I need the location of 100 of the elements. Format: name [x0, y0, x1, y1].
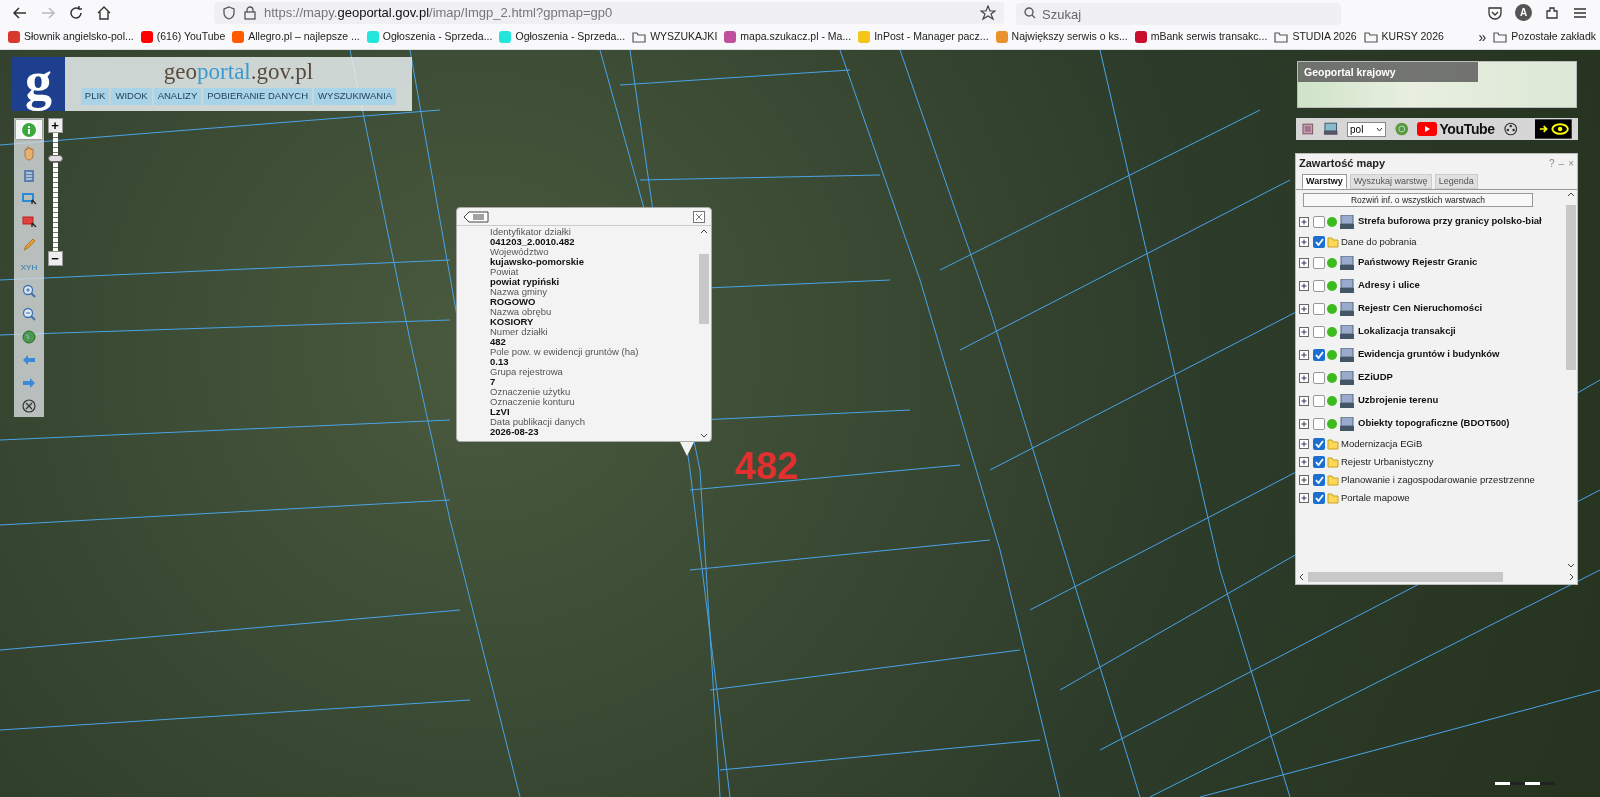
bookmark[interactable]: (616) YouTube — [140, 29, 226, 45]
bookmark[interactable]: InPost - Manager pacz... — [858, 29, 989, 45]
selection-icon[interactable] — [21, 213, 37, 230]
address-bar[interactable]: https://mapy.geoportal.gov.pl/imap/Imgp_2.html?gpmap=gp0 — [214, 1, 1004, 24]
layer-name[interactable]: Strefa buforowa przy granicy polsko-biał — [1358, 214, 1542, 229]
expand-icon[interactable] — [1299, 475, 1309, 485]
expand-icon[interactable] — [1299, 439, 1309, 449]
layer-checkbox[interactable] — [1313, 325, 1325, 338]
menu-item[interactable]: ANALIZY — [153, 88, 202, 105]
layer-name[interactable]: Rejestr Cen Nieruchomości — [1358, 301, 1483, 316]
layer-checkbox[interactable] — [1313, 474, 1325, 486]
bookmark[interactable]: Ogłoszenia - Sprzeda... — [499, 29, 626, 45]
scrollbar-thumb[interactable] — [699, 254, 709, 324]
film-reel-icon[interactable] — [1503, 122, 1518, 136]
expand-icon[interactable] — [1299, 395, 1309, 406]
scroll-up-icon[interactable] — [700, 229, 708, 234]
list-icon[interactable] — [1302, 123, 1314, 135]
scroll-up-icon[interactable] — [1567, 192, 1575, 197]
layer-name[interactable]: Lokalizacja transakcji — [1358, 324, 1456, 339]
layer-checkbox[interactable] — [1313, 256, 1325, 269]
layer-name[interactable]: Obiekty topograficzne (BDOT500) — [1358, 416, 1510, 431]
site-logo[interactable]: g — [12, 57, 65, 111]
overview-map[interactable]: Geoportal krajowy — [1297, 61, 1577, 108]
expand-all-button[interactable]: Rozwiń inf. o wszystkich warstwach — [1303, 193, 1533, 207]
scroll-right-icon[interactable] — [1569, 573, 1574, 581]
expand-icon[interactable] — [1299, 418, 1309, 429]
search-field[interactable]: Szukaj — [1016, 3, 1341, 25]
layer-name[interactable]: Dane do pobrania — [1341, 234, 1417, 250]
home-icon[interactable] — [96, 4, 112, 21]
layer-checkbox[interactable] — [1313, 236, 1325, 248]
wms-icon[interactable] — [1322, 122, 1339, 136]
layer-checkbox[interactable] — [1313, 438, 1325, 450]
expand-icon[interactable] — [1299, 237, 1309, 247]
language-select[interactable]: pol — [1347, 121, 1386, 137]
expand-icon[interactable] — [1299, 493, 1309, 503]
layers-tab[interactable]: Legenda — [1434, 174, 1478, 189]
layer-name[interactable]: Planowanie i zagospodarowanie przestrzenne — [1341, 472, 1535, 488]
layers-scrollbar[interactable] — [1565, 190, 1577, 570]
list-back-icon[interactable] — [463, 210, 489, 223]
back-icon[interactable] — [12, 4, 28, 21]
layer-checkbox[interactable] — [1313, 302, 1325, 315]
layer-name[interactable]: Rejestr Urbanistyczny — [1341, 454, 1434, 470]
bookmark[interactable]: mapa.szukacz.pl - Ma... — [724, 29, 852, 45]
close-icon[interactable] — [693, 210, 705, 223]
info-icon[interactable] — [21, 121, 37, 138]
scroll-down-icon[interactable] — [700, 433, 708, 438]
layer-name[interactable]: Adresy i ulice — [1358, 278, 1420, 293]
layer-name[interactable]: Ewidencja gruntów i budynków — [1358, 347, 1500, 362]
zoom-in-icon[interactable] — [21, 282, 37, 299]
expand-icon[interactable] — [1299, 326, 1309, 337]
layer-name[interactable]: Modernizacja EGiB — [1341, 436, 1423, 452]
menu-item[interactable]: PLIK — [80, 88, 110, 105]
reload-icon[interactable] — [68, 4, 84, 21]
scroll-left-icon[interactable] — [1299, 573, 1304, 581]
bookmark[interactable]: WYSZUKAJKI — [632, 29, 718, 45]
scrollbar-thumb[interactable] — [1566, 205, 1576, 370]
close-circle-icon[interactable] — [21, 397, 37, 414]
scrollbar-thumb[interactable] — [1308, 572, 1503, 582]
selection-icon[interactable] — [21, 190, 37, 207]
pocket-icon[interactable] — [1487, 4, 1503, 21]
bookmark[interactable]: Słownik angielsko-pol... — [8, 29, 134, 45]
layer-name[interactable]: EZiUDP — [1358, 370, 1393, 385]
menu-item[interactable]: WYSZUKIWANIA — [314, 88, 397, 105]
expand-icon[interactable] — [1299, 372, 1309, 383]
star-icon[interactable] — [980, 4, 996, 21]
bookmark[interactable]: Pozostałe zakładk — [1493, 29, 1596, 45]
expand-icon[interactable] — [1299, 216, 1309, 227]
account-avatar[interactable]: A — [1515, 4, 1532, 21]
zoom-slider-thumb[interactable] — [47, 155, 63, 163]
bookmark[interactable]: STUDIA 2026 — [1274, 29, 1357, 45]
bookmark[interactable]: mBank serwis transakc... — [1134, 29, 1268, 45]
menu-item[interactable]: WIDOK — [111, 88, 152, 105]
layer-checkbox[interactable] — [1313, 348, 1325, 361]
expand-icon[interactable] — [1299, 280, 1309, 291]
bookmark[interactable]: Ogłoszenia - Sprzeda... — [366, 29, 493, 45]
menu-item[interactable]: POBIERANIE DANYCH — [203, 88, 313, 105]
expand-icon[interactable] — [1299, 257, 1309, 268]
extensions-icon[interactable] — [1544, 4, 1560, 21]
layer-checkbox[interactable] — [1313, 215, 1325, 228]
layer-checkbox[interactable] — [1313, 371, 1325, 384]
video-link[interactable]: YouTube — [1417, 118, 1495, 140]
layer-checkbox[interactable] — [1313, 394, 1325, 407]
layer-checkbox[interactable] — [1313, 279, 1325, 292]
layer-name[interactable]: Państwowy Rejestr Granic — [1358, 255, 1478, 270]
layer-checkbox[interactable] — [1313, 417, 1325, 430]
overflow-chevron[interactable]: » — [1478, 26, 1487, 48]
layer-checkbox[interactable] — [1313, 492, 1325, 504]
expand-icon[interactable] — [1299, 457, 1309, 467]
expand-icon[interactable] — [1299, 349, 1309, 360]
bookmark[interactable]: KURSY 2026 — [1363, 29, 1444, 45]
accessibility-icon[interactable] — [1535, 119, 1572, 139]
scroll-down-icon[interactable] — [1567, 563, 1575, 568]
zoom-out-icon[interactable] — [21, 305, 37, 322]
layer-name[interactable]: Uzbrojenie terenu — [1358, 393, 1439, 408]
bookmark[interactable]: Największy serwis o ks... — [995, 29, 1128, 45]
layer-name[interactable]: Portale mapowe — [1341, 490, 1410, 506]
layers-tab[interactable]: Wyszukaj warstwę — [1349, 174, 1432, 189]
globe-icon[interactable] — [21, 328, 37, 345]
bookmark[interactable]: Allegro.pl – najlepsze ... — [232, 29, 360, 45]
layers-tab[interactable]: Warstwy — [1302, 174, 1347, 189]
